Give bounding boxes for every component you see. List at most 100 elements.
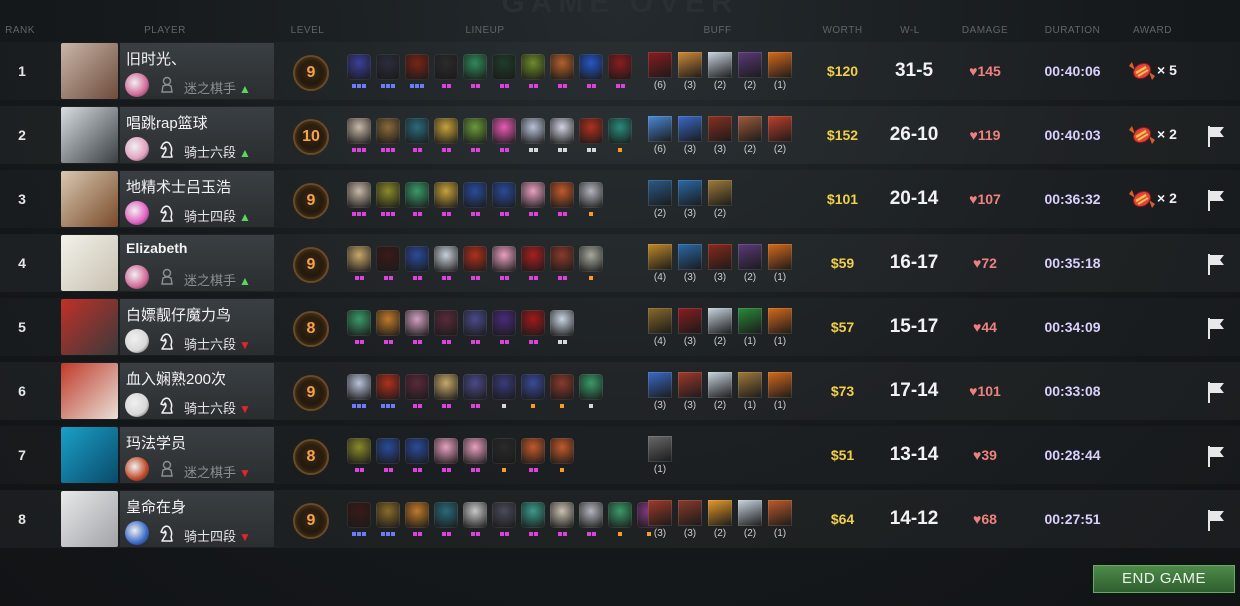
hero-unit-icon[interactable] (579, 54, 603, 80)
synergy-buff-icon[interactable] (678, 308, 702, 334)
hero-unit-icon[interactable] (376, 118, 400, 144)
hero-unit-icon[interactable] (579, 502, 603, 528)
hero-unit-icon[interactable] (579, 374, 603, 400)
avatar[interactable] (61, 171, 118, 227)
hero-unit-icon[interactable] (492, 502, 516, 528)
hero-unit-icon[interactable] (521, 502, 545, 528)
report-flag-icon[interactable] (1205, 252, 1227, 276)
player-card[interactable]: 唱跳rap篮球 骑士六段 ▲ (120, 107, 274, 163)
hero-unit-icon[interactable] (434, 374, 458, 400)
table-row[interactable]: 2 唱跳rap篮球 骑士六段 ▲ 10 (6) (3) (3) (2) (2) $152 26-10 ♥… (0, 106, 1240, 164)
synergy-buff-icon[interactable] (678, 372, 702, 398)
synergy-buff-icon[interactable] (678, 180, 702, 206)
avatar[interactable] (61, 491, 118, 547)
hero-unit-icon[interactable] (492, 438, 516, 464)
hero-unit-icon[interactable] (376, 502, 400, 528)
avatar[interactable] (61, 427, 118, 483)
synergy-buff-icon[interactable] (738, 52, 762, 78)
avatar[interactable] (61, 43, 118, 99)
synergy-buff-icon[interactable] (708, 500, 732, 526)
player-card[interactable]: 旧时光、 迷之棋手 ▲ (120, 43, 274, 99)
hero-unit-icon[interactable] (492, 310, 516, 336)
hero-unit-icon[interactable] (579, 246, 603, 272)
hero-unit-icon[interactable] (405, 502, 429, 528)
report-flag-icon[interactable] (1205, 444, 1227, 468)
hero-unit-icon[interactable] (492, 374, 516, 400)
hero-unit-icon[interactable] (521, 374, 545, 400)
avatar[interactable] (61, 299, 118, 355)
hero-unit-icon[interactable] (347, 182, 371, 208)
hero-unit-icon[interactable] (434, 502, 458, 528)
report-flag-icon[interactable] (1205, 380, 1227, 404)
hero-unit-icon[interactable] (521, 182, 545, 208)
synergy-buff-icon[interactable] (708, 180, 732, 206)
synergy-buff-icon[interactable] (738, 372, 762, 398)
synergy-buff-icon[interactable] (648, 244, 672, 270)
synergy-buff-icon[interactable] (648, 116, 672, 142)
table-row[interactable]: 7 玛法学员 迷之棋手 ▼ 8 (1) $51 13-14 ♥39 00:28:44 (0, 426, 1240, 484)
hero-unit-icon[interactable] (434, 438, 458, 464)
synergy-buff-icon[interactable] (708, 372, 732, 398)
table-row[interactable]: 8 皇命在身 骑士四段 ▼ 9 (3) (3) (2) (2) (1) $64 14-12 ♥68 00:… (0, 490, 1240, 548)
hero-unit-icon[interactable] (463, 310, 487, 336)
hero-unit-icon[interactable] (463, 438, 487, 464)
hero-unit-icon[interactable] (405, 310, 429, 336)
hero-unit-icon[interactable] (434, 182, 458, 208)
synergy-buff-icon[interactable] (648, 372, 672, 398)
hero-unit-icon[interactable] (376, 182, 400, 208)
synergy-buff-icon[interactable] (738, 116, 762, 142)
player-card[interactable]: 血入娴熟200次 骑士六段 ▼ (120, 363, 274, 419)
hero-unit-icon[interactable] (405, 182, 429, 208)
end-game-button[interactable]: END GAME (1093, 565, 1235, 593)
hero-unit-icon[interactable] (550, 118, 574, 144)
report-flag-icon[interactable] (1205, 124, 1227, 148)
hero-unit-icon[interactable] (492, 182, 516, 208)
hero-unit-icon[interactable] (550, 374, 574, 400)
hero-unit-icon[interactable] (405, 246, 429, 272)
hero-unit-icon[interactable] (521, 310, 545, 336)
hero-unit-icon[interactable] (347, 118, 371, 144)
hero-unit-icon[interactable] (434, 310, 458, 336)
synergy-buff-icon[interactable] (708, 308, 732, 334)
hero-unit-icon[interactable] (492, 118, 516, 144)
synergy-buff-icon[interactable] (678, 116, 702, 142)
hero-unit-icon[interactable] (376, 54, 400, 80)
hero-unit-icon[interactable] (376, 310, 400, 336)
synergy-buff-icon[interactable] (768, 116, 792, 142)
hero-unit-icon[interactable] (550, 438, 574, 464)
hero-unit-icon[interactable] (434, 118, 458, 144)
hero-unit-icon[interactable] (463, 374, 487, 400)
synergy-buff-icon[interactable] (768, 500, 792, 526)
synergy-buff-icon[interactable] (738, 500, 762, 526)
hero-unit-icon[interactable] (492, 246, 516, 272)
player-card[interactable]: Elizabeth 迷之棋手 ▲ (120, 235, 274, 291)
hero-unit-icon[interactable] (405, 374, 429, 400)
synergy-buff-icon[interactable] (678, 244, 702, 270)
report-flag-icon[interactable] (1205, 508, 1227, 532)
table-row[interactable]: 4 Elizabeth 迷之棋手 ▲ 9 (4) (3) (3) (2) (1) $59 16-17 ♥… (0, 234, 1240, 292)
hero-unit-icon[interactable] (463, 118, 487, 144)
synergy-buff-icon[interactable] (678, 52, 702, 78)
player-card[interactable]: 皇命在身 骑士四段 ▼ (120, 491, 274, 547)
synergy-buff-icon[interactable] (648, 180, 672, 206)
synergy-buff-icon[interactable] (708, 116, 732, 142)
player-card[interactable]: 玛法学员 迷之棋手 ▼ (120, 427, 274, 483)
table-row[interactable]: 3 地精术士吕玉浩 骑士四段 ▲ 9 (2) (3) (2) $101 20-14 ♥107 00:3… (0, 170, 1240, 228)
hero-unit-icon[interactable] (405, 54, 429, 80)
player-card[interactable]: 地精术士吕玉浩 骑士四段 ▲ (120, 171, 274, 227)
hero-unit-icon[interactable] (405, 118, 429, 144)
report-flag-icon[interactable] (1205, 316, 1227, 340)
hero-unit-icon[interactable] (492, 54, 516, 80)
avatar[interactable] (61, 235, 118, 291)
synergy-buff-icon[interactable] (708, 52, 732, 78)
table-row[interactable]: 6 血入娴熟200次 骑士六段 ▼ 9 (3) (3) (2) (1) (1) $73 17-14 ♥1… (0, 362, 1240, 420)
hero-unit-icon[interactable] (347, 374, 371, 400)
avatar[interactable] (61, 107, 118, 163)
synergy-buff-icon[interactable] (768, 244, 792, 270)
hero-unit-icon[interactable] (550, 310, 574, 336)
table-row[interactable]: 1 旧时光、 迷之棋手 ▲ 9 (6) (3) (2) (2) (1) $120 31-5 ♥145 00… (0, 42, 1240, 100)
hero-unit-icon[interactable] (347, 438, 371, 464)
hero-unit-icon[interactable] (463, 54, 487, 80)
hero-unit-icon[interactable] (521, 118, 545, 144)
player-card[interactable]: 白嫖靓仔魔力鸟 骑士六段 ▼ (120, 299, 274, 355)
